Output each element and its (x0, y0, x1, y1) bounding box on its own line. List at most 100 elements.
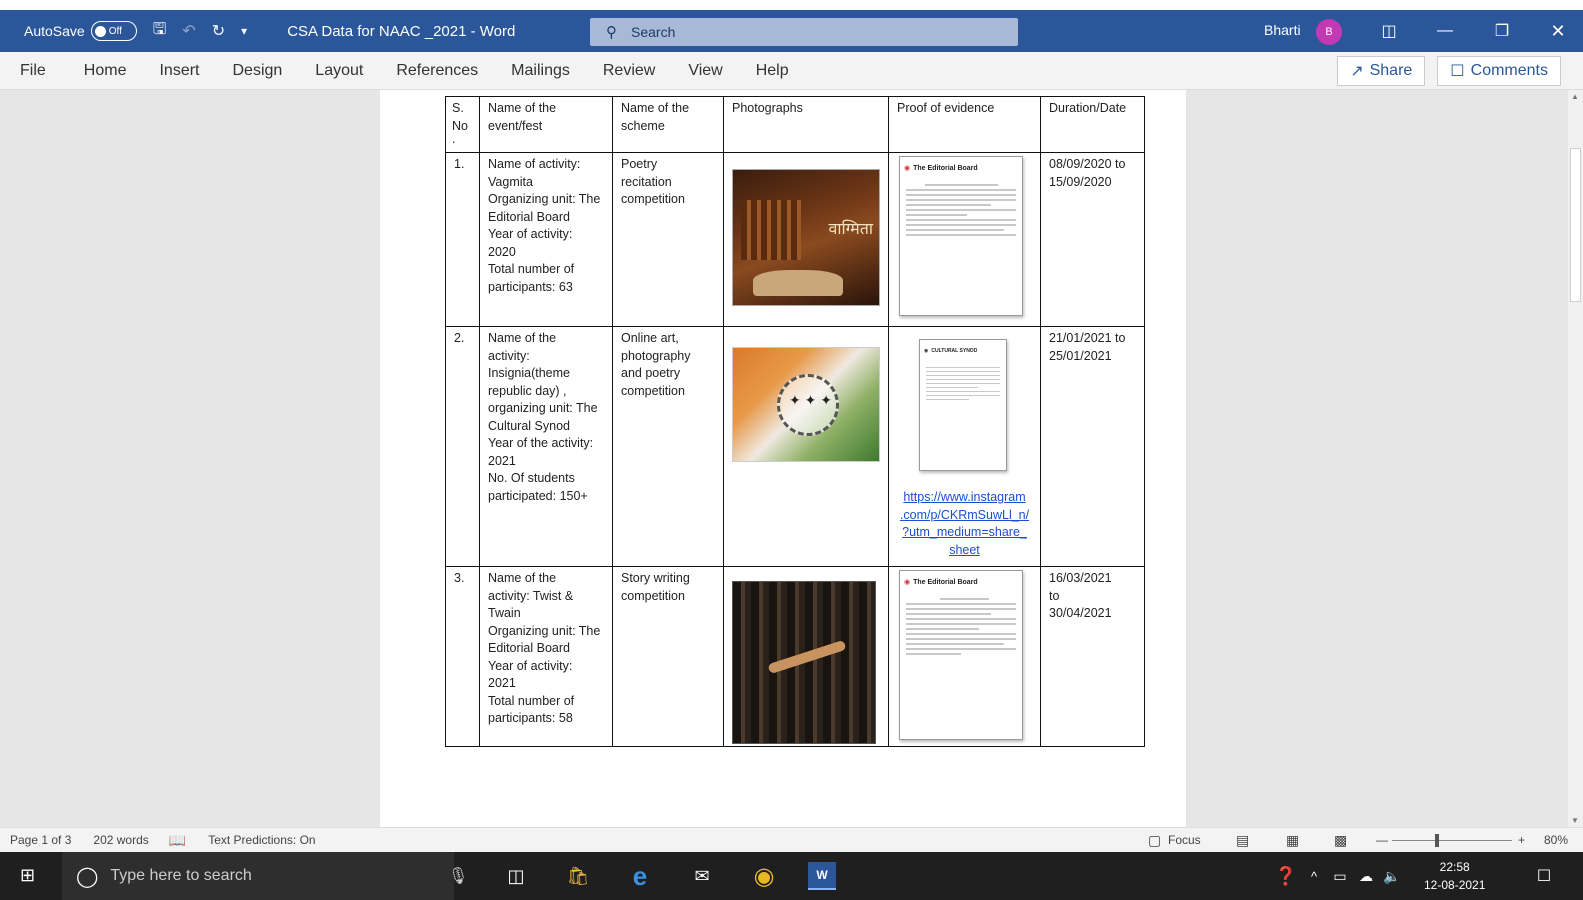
scroll-down-icon[interactable]: ▼ (1571, 816, 1579, 825)
tray-chevron-icon[interactable]: ^ (1300, 862, 1328, 890)
clock[interactable]: 22:58 12-08-2021 (1424, 858, 1485, 894)
mail-icon[interactable]: ✉ (688, 862, 716, 890)
avatar[interactable]: B (1316, 19, 1342, 45)
twist-twain-photo[interactable] (732, 581, 876, 744)
web-layout-icon[interactable]: ▩ (1334, 832, 1347, 849)
cortana-icon: ◯ (76, 865, 99, 888)
battery-icon[interactable]: ▭ (1326, 862, 1354, 890)
zoom-in-icon[interactable]: + (1518, 833, 1525, 847)
proof-header-text: The Editorial Board (913, 579, 978, 586)
taskbar: ⊞ ◯ Type here to search 🎙 ◫ 🛍 e ✉ ◉ W ❓ … (0, 852, 1583, 900)
zoom-out-icon[interactable]: — (1376, 833, 1388, 847)
restore-icon[interactable]: ❐ (1487, 18, 1517, 44)
event-line: 2020 (488, 244, 516, 259)
search-box[interactable]: ⚲ Search (590, 18, 1018, 46)
tab-layout[interactable]: Layout (315, 62, 363, 80)
chrome-icon[interactable]: ◉ (750, 862, 778, 890)
text-line (926, 394, 1000, 396)
close-icon[interactable]: ✕ (1543, 18, 1573, 44)
document-page[interactable]: S. No. Name of the event/fest Name of th… (380, 90, 1186, 827)
vagmita-photo[interactable]: वाग्मिता (732, 169, 880, 306)
taskbar-search[interactable]: ◯ Type here to search 🎙 (62, 852, 468, 900)
zoom-slider-thumb[interactable] (1435, 834, 1439, 847)
vertical-scrollbar[interactable]: ▲ ▼ (1568, 90, 1583, 827)
edge-icon[interactable]: e (626, 861, 654, 891)
tab-mailings[interactable]: Mailings (511, 62, 570, 80)
share-button[interactable]: ↗ Share (1337, 56, 1426, 86)
tab-home[interactable]: Home (84, 62, 127, 80)
tab-design[interactable]: Design (232, 62, 282, 80)
scheme-line: and poetry (621, 366, 681, 380)
zoom-slider[interactable] (1392, 840, 1512, 841)
scroll-thumb[interactable] (1570, 148, 1581, 302)
instagram-link[interactable]: https://www.instagram .com/p/CKRmSuwLl_n… (897, 489, 1032, 559)
volume-icon[interactable]: 🔈 (1378, 862, 1406, 890)
scroll-up-icon[interactable]: ▲ (1571, 92, 1579, 101)
print-layout-icon[interactable]: ▦ (1286, 832, 1299, 849)
tab-view[interactable]: View (688, 62, 722, 80)
user-name[interactable]: Bharti (1264, 22, 1301, 38)
scheme-line: competition (621, 192, 685, 206)
link-line[interactable]: ?utm_medium=share_ (897, 524, 1032, 542)
autosave-control[interactable]: AutoSave Off (24, 21, 137, 41)
proof-document-thumbnail[interactable]: ◉ The Editorial Board (899, 570, 1023, 740)
date-line: to (1049, 588, 1060, 603)
date-line: 25/01/2021 (1049, 348, 1112, 363)
zoom-level[interactable]: 80% (1544, 833, 1568, 847)
row-proof: ◉ The Editorial Board (888, 566, 1041, 747)
onedrive-icon[interactable]: ☁ (1352, 862, 1380, 890)
windows-start-icon[interactable]: ⊞ (20, 865, 35, 886)
page-count[interactable]: Page 1 of 3 (10, 833, 71, 847)
store-icon[interactable]: 🛍 (564, 862, 592, 890)
focus-icon[interactable]: ▢ (1148, 832, 1161, 849)
autosave-label: AutoSave (24, 23, 85, 39)
tab-help[interactable]: Help (756, 62, 789, 80)
task-view-icon[interactable]: ◫ (502, 862, 530, 890)
customize-toolbar-icon[interactable]: ▾ (241, 24, 247, 38)
link-line[interactable]: .com/p/CKRmSuwLl_n/ (897, 507, 1032, 525)
proof-header: ◉ The Editorial Board (900, 157, 1022, 181)
undo-icon[interactable]: ↶ (182, 21, 195, 41)
tab-review[interactable]: Review (603, 62, 655, 80)
comments-label: Comments (1470, 62, 1548, 79)
notifications-icon[interactable]: ☐ (1530, 862, 1558, 890)
word-icon[interactable]: W (808, 862, 836, 890)
header-scheme: Name of the scheme (612, 96, 724, 153)
text-line (926, 390, 1000, 392)
redo-icon[interactable]: ↻ (212, 21, 225, 41)
read-mode-icon[interactable]: ▤ (1236, 832, 1249, 849)
microphone-icon[interactable]: 🎙 (448, 866, 468, 886)
help-icon[interactable]: ❓ (1272, 862, 1300, 890)
top-strip (0, 0, 1583, 10)
text-line (926, 366, 1000, 368)
proof-header: ◉ CULTURAL SYNOD (920, 340, 1006, 364)
proof-header-text: CULTURAL SYNOD (931, 348, 978, 354)
ribbon-display-icon[interactable]: ◫ (1374, 18, 1404, 44)
text-line (906, 617, 1016, 620)
tab-insert[interactable]: Insert (159, 62, 199, 80)
comments-button[interactable]: ☐ Comments (1437, 56, 1561, 86)
proof-document-thumbnail[interactable]: ◉ CULTURAL SYNOD (919, 339, 1007, 471)
event-line: organizing unit: The (488, 401, 598, 415)
minimize-icon[interactable]: — (1430, 18, 1460, 44)
text-line (906, 647, 1016, 650)
row-sno: 2. (445, 326, 480, 567)
clock-time: 22:58 (1439, 860, 1470, 874)
share-icon: ↗ (1350, 63, 1364, 80)
event-line: 2021 (488, 453, 516, 468)
text-predictions[interactable]: Text Predictions: On (208, 833, 315, 847)
proofing-icon[interactable]: 📖 (169, 832, 186, 849)
focus-label[interactable]: Focus (1168, 833, 1201, 847)
tab-file[interactable]: File (20, 62, 46, 80)
document-canvas[interactable]: S. No. Name of the event/fest Name of th… (0, 90, 1568, 827)
event-line: Editorial Board (488, 641, 570, 655)
proof-document-thumbnail[interactable]: ◉ The Editorial Board (899, 156, 1023, 316)
tab-references[interactable]: References (396, 62, 478, 80)
save-icon[interactable]: 🖫 (153, 18, 167, 45)
link-line[interactable]: https://www.instagram (897, 489, 1032, 507)
autosave-toggle[interactable]: Off (90, 21, 137, 41)
insignia-photo[interactable]: ✦ ✦ ✦ (732, 347, 880, 462)
link-line[interactable]: sheet (897, 542, 1032, 560)
word-count[interactable]: 202 words (93, 833, 148, 847)
event-line: Name of the (488, 571, 557, 585)
